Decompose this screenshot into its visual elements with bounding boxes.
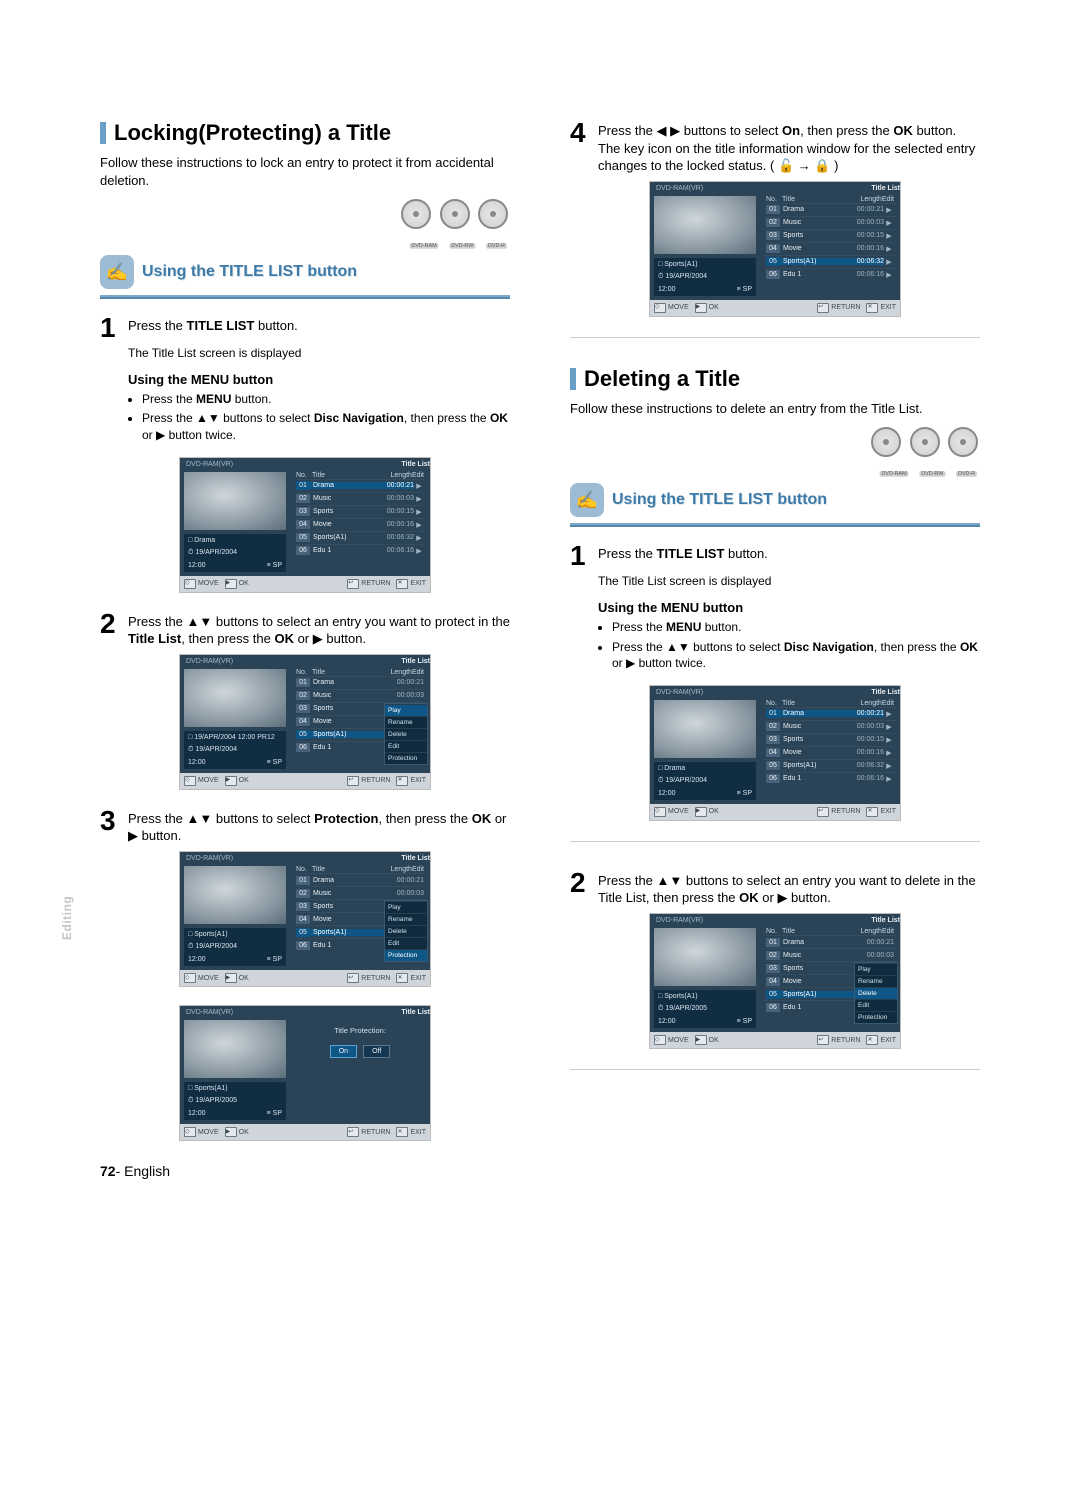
locking-step3: Press the ▲▼ buttons to select Protectio… (128, 808, 510, 845)
title-list-panel: DVD-RAM(VR)Title List □ Sports(A1) ⏱ 19/… (649, 181, 901, 317)
heading-locking: Locking(Protecting) a Title (100, 120, 510, 146)
del-step1-sub: The Title List screen is displayed (598, 574, 980, 588)
sub-heading: ✍ Using the TITLE LIST button (570, 483, 980, 517)
sub-heading-text: Using the TITLE LIST button (612, 491, 827, 509)
title-list-panel: DVD-RAM(VR)Title List □ Sports(A1) ⏱ 19/… (179, 851, 431, 987)
protection-off-button[interactable]: Off (363, 1045, 390, 1058)
step1-text: Press the TITLE LIST button. (128, 318, 298, 333)
disc-label: DVD-RW (919, 471, 945, 476)
menu-bullet-1: Press the MENU button. (142, 391, 510, 407)
locking-step2: Press the ▲▼ buttons to select an entry … (128, 611, 510, 648)
title-list-panel: DVD-RAM(VR)Title List □ Sports(A1) ⏱ 19/… (649, 913, 901, 1049)
disc-label: DVD-RAM (409, 243, 438, 248)
del-step1-text: Press the TITLE LIST button. (598, 546, 768, 561)
tl-preview (184, 472, 286, 530)
tl-preview (654, 196, 756, 254)
disc-icon (948, 427, 978, 457)
menu-sub-heading: Using the MENU button (598, 600, 980, 615)
menu-sub-heading: Using the MENU button (128, 372, 510, 387)
menu-bullet-2: Press the ▲▼ buttons to select Disc Navi… (142, 410, 510, 442)
title-list-panel: DVD-RAM(VR)Title List □ Drama ⏱ 19/APR/2… (179, 457, 431, 593)
step-number: 3 (100, 808, 122, 845)
step-number: 2 (100, 611, 122, 648)
lock-icon: 🔒 (814, 158, 830, 173)
context-menu[interactable]: Play Rename Delete Edit Protection (854, 962, 898, 1024)
tl-preview (184, 866, 286, 924)
locking-intro: Follow these instructions to lock an ent… (100, 154, 510, 189)
heading-deleting: Deleting a Title (570, 366, 980, 392)
disc-icon (440, 199, 470, 229)
step1-sub: The Title List screen is displayed (128, 346, 510, 360)
deleting-intro: Follow these instructions to delete an e… (570, 400, 980, 418)
disc-icon (401, 199, 431, 229)
step-number: 4 (570, 120, 592, 175)
tl-preview (184, 669, 286, 727)
menu-bullet-1: Press the MENU button. (612, 619, 980, 635)
unlock-icon: 🔓 (778, 158, 794, 173)
title-list-panel: DVD-RAM(VR)Title List □ 19/APR/2004 12:0… (179, 654, 431, 790)
step-number: 1 (100, 315, 122, 340)
deleting-step2: Press the ▲▼ buttons to select an entry … (598, 870, 980, 907)
locking-step4: Press the ◀ ▶ buttons to select On, then… (598, 120, 980, 175)
side-section-label: Editing (60, 896, 74, 940)
context-menu[interactable]: Play Rename Delete Edit Protection (384, 900, 428, 962)
protection-dialog-label: Title Protection: (334, 1026, 386, 1035)
disc-icon (910, 427, 940, 457)
disc-label: DVD-R (486, 243, 507, 248)
disc-icons (100, 199, 510, 229)
title-list-panel: DVD-RAM(VR)Title List □ Sports(A1) ⏱ 19/… (179, 1005, 431, 1141)
step-number: 2 (570, 870, 592, 907)
page-footer: 72- English (100, 1163, 170, 1179)
hand-icon: ✍ (100, 255, 134, 289)
tl-preview (654, 928, 756, 986)
step-number: 1 (570, 543, 592, 568)
sub-heading-text: Using the TITLE LIST button (142, 263, 357, 281)
disc-icon (478, 199, 508, 229)
sub-heading: ✍ Using the TITLE LIST button (100, 255, 510, 289)
disc-label: DVD-RAM (879, 471, 908, 476)
protection-on-button[interactable]: On (330, 1045, 357, 1058)
disc-icon (871, 427, 901, 457)
disc-icons (570, 427, 980, 457)
tl-preview (184, 1020, 286, 1078)
disc-label: DVD-RW (449, 243, 475, 248)
disc-label: DVD-R (956, 471, 977, 476)
tl-preview (654, 700, 756, 758)
hand-icon: ✍ (570, 483, 604, 517)
context-menu[interactable]: Play Rename Delete Edit Protection (384, 703, 428, 765)
menu-bullet-2: Press the ▲▼ buttons to select Disc Navi… (612, 639, 980, 671)
title-list-panel: DVD-RAM(VR)Title List □ Drama ⏱ 19/APR/2… (649, 685, 901, 821)
